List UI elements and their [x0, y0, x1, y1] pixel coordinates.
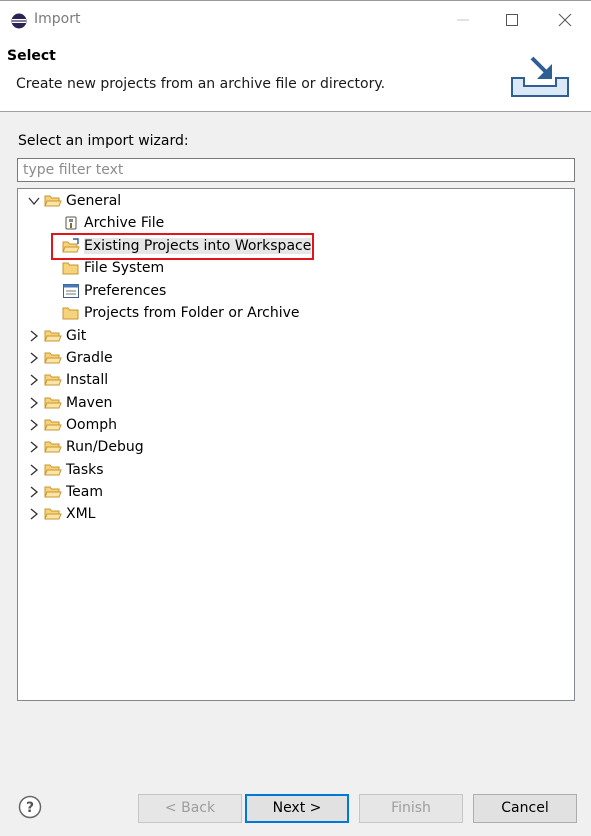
window-title: Import [34, 11, 81, 27]
tree-node-label: Run/Debug [66, 439, 144, 455]
wizard-tree[interactable]: General Archive File Existing Projects i… [17, 188, 575, 701]
chevron-right-icon[interactable] [26, 462, 42, 478]
chevron-right-icon[interactable] [26, 484, 42, 500]
tree-node-label: Git [66, 328, 87, 344]
tree-node-oomph[interactable]: Oomph [26, 414, 117, 436]
chevron-right-icon[interactable] [26, 350, 42, 366]
tree-node-label: Projects from Folder or Archive [84, 305, 300, 321]
wizard-header: Select Create new projects from an archi… [0, 38, 591, 112]
tree-node-team[interactable]: Team [26, 481, 103, 503]
folder-open-icon [44, 397, 62, 409]
preferences-icon [63, 284, 79, 298]
tree-node-label: XML [66, 506, 96, 522]
title-bar: Import [0, 0, 591, 38]
tree-node-label: Install [66, 372, 109, 388]
archive-icon [65, 216, 77, 230]
tree-node-label: Gradle [66, 350, 113, 366]
folder-icon [62, 307, 79, 320]
folder-open-icon [44, 195, 62, 207]
folder-open-icon [44, 441, 62, 453]
tree-node-git[interactable]: Git [26, 325, 86, 347]
folder-open-icon [44, 374, 62, 386]
tree-node-tasks[interactable]: Tasks [26, 459, 104, 481]
tree-node-preferences[interactable]: Preferences [62, 280, 166, 302]
chevron-right-icon[interactable] [26, 506, 42, 522]
folder-open-icon [44, 508, 62, 520]
folder-open-icon [44, 486, 62, 498]
chevron-right-icon[interactable] [26, 372, 42, 388]
svg-text:?: ? [26, 800, 34, 816]
chevron-right-icon[interactable] [26, 439, 42, 455]
tree-node-label: Maven [66, 395, 113, 411]
folder-open-icon [44, 464, 62, 476]
folder-icon [62, 262, 79, 275]
tree-node-label: Team [66, 484, 104, 500]
tree-node-label: Preferences [84, 283, 167, 299]
tree-node-general[interactable]: General [26, 190, 121, 212]
tree-node-label: Archive File [84, 215, 165, 231]
finish-button[interactable]: Finish [359, 794, 463, 823]
tree-node-label: General [66, 193, 122, 209]
tree-node-archive-file[interactable]: Archive File [62, 212, 164, 234]
folder-open-icon [44, 419, 62, 431]
cancel-button[interactable]: Cancel [473, 794, 577, 823]
eclipse-icon [11, 13, 27, 29]
tree-node-label: File System [84, 260, 165, 276]
import-banner-icon [511, 56, 569, 97]
tree-node-label: Oomph [66, 417, 117, 433]
minimize-icon[interactable] [450, 7, 476, 33]
tree-node-xml[interactable]: XML [26, 503, 95, 525]
chevron-right-icon[interactable] [26, 328, 42, 344]
back-button[interactable]: < Back [138, 794, 242, 823]
filter-input[interactable] [17, 158, 575, 182]
folder-open-icon [44, 330, 62, 342]
selection-highlight-box [51, 233, 314, 260]
maximize-icon[interactable] [499, 7, 525, 33]
tree-node-run-debug[interactable]: Run/Debug [26, 436, 144, 458]
page-title: Select [7, 48, 56, 64]
chevron-right-icon[interactable] [26, 395, 42, 411]
tree-node-file-system[interactable]: File System [62, 257, 164, 279]
tree-node-install[interactable]: Install [26, 369, 108, 391]
tree-node-gradle[interactable]: Gradle [26, 347, 113, 369]
tree-node-maven[interactable]: Maven [26, 392, 112, 414]
chevron-down-icon[interactable] [26, 193, 42, 209]
chevron-right-icon[interactable] [26, 417, 42, 433]
folder-open-icon [44, 352, 62, 364]
next-button[interactable]: Next > [245, 794, 349, 823]
tree-node-projects-from-folder[interactable]: Projects from Folder or Archive [62, 302, 300, 324]
close-icon[interactable] [552, 7, 578, 33]
help-icon[interactable]: ? [18, 795, 42, 819]
tree-node-label: Tasks [66, 462, 104, 478]
wizard-select-label: Select an import wizard: [18, 133, 189, 149]
page-description: Create new projects from an archive file… [16, 76, 386, 92]
